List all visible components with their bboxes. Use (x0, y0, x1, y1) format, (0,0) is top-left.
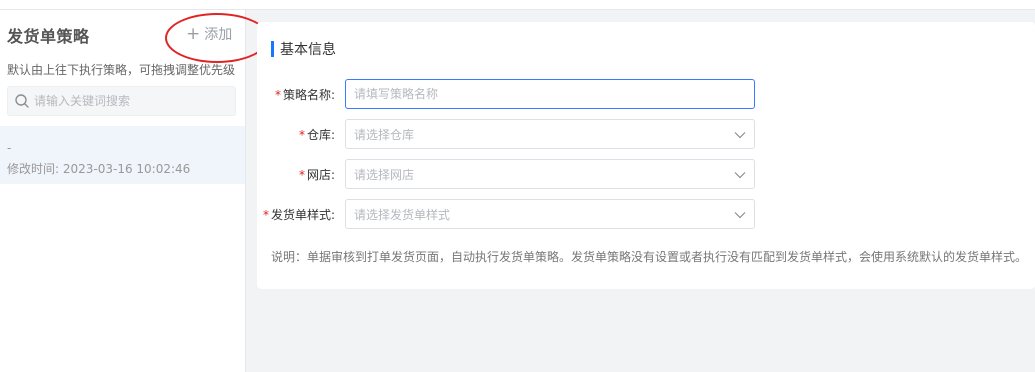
top-bar (0, 0, 1035, 10)
invoice-style-placeholder: 请选择发货单样式 (354, 207, 451, 222)
chevron-down-icon (734, 172, 746, 179)
chevron-down-icon (734, 212, 746, 219)
chevron-down-icon (734, 132, 746, 139)
strategy-name: - (7, 141, 12, 155)
search-box[interactable] (7, 86, 236, 116)
add-label: 添加 (204, 27, 233, 43)
strategy-modified-time: 修改时间: 2023-03-16 10:02:46 (7, 162, 191, 176)
search-input[interactable] (34, 94, 224, 108)
required-mark: * (262, 207, 269, 222)
form-row-shop: * 网店: 请选择网店 (257, 159, 1035, 189)
warehouse-label: * 仓库: (298, 127, 335, 142)
warehouse-placeholder: 请选择仓库 (354, 127, 415, 142)
section-title: 基本信息 (280, 42, 336, 58)
form-row-invoice-style: * 发货单样式: 请选择发货单样式 (257, 199, 1035, 229)
strategy-sidebar: 发货单策略 + 添加 默认由上往下执行策略，可拖拽调整优先级 - 修改时间: 2… (0, 10, 269, 372)
sidebar-description: 默认由上往下执行策略，可拖拽调整优先级 (7, 63, 236, 77)
required-mark: * (298, 167, 305, 182)
section-header: 基本信息 (271, 39, 336, 59)
strategy-name-input[interactable] (354, 87, 746, 101)
add-strategy-button[interactable]: + 添加 (186, 24, 232, 44)
form-row-strategy-name: * 策略名称: (257, 79, 1035, 109)
shop-select[interactable]: 请选择网店 (345, 159, 755, 189)
warehouse-select[interactable]: 请选择仓库 (345, 119, 755, 149)
invoice-style-label: * 发货单样式: (262, 207, 335, 222)
search-icon (15, 94, 29, 108)
plus-icon: + (186, 24, 201, 44)
invoice-style-select[interactable]: 请选择发货单样式 (345, 199, 755, 229)
section-accent-bar (271, 41, 274, 57)
sidebar-title: 发货单策略 (7, 27, 90, 46)
required-mark: * (298, 127, 305, 142)
strategy-name-label: * 策略名称: (274, 87, 335, 102)
form-row-warehouse: * 仓库: 请选择仓库 (257, 119, 1035, 149)
shop-label: * 网店: (298, 167, 335, 182)
shop-placeholder: 请选择网店 (354, 167, 415, 182)
strategy-name-field[interactable] (345, 79, 755, 109)
strategy-list-item[interactable]: - 修改时间: 2023-03-16 10:02:46 (0, 126, 245, 184)
strategy-form-panel: 基本信息 *策略名称: *仓库: 请选择仓库 *网店: 请选择网店 *发货单样式… (257, 22, 1035, 289)
form-note: 说明：单据审核到打单发货页面，自动执行发货单策略。发货单策略没有设置或者执行没有… (271, 250, 1028, 264)
required-mark: * (274, 87, 281, 102)
